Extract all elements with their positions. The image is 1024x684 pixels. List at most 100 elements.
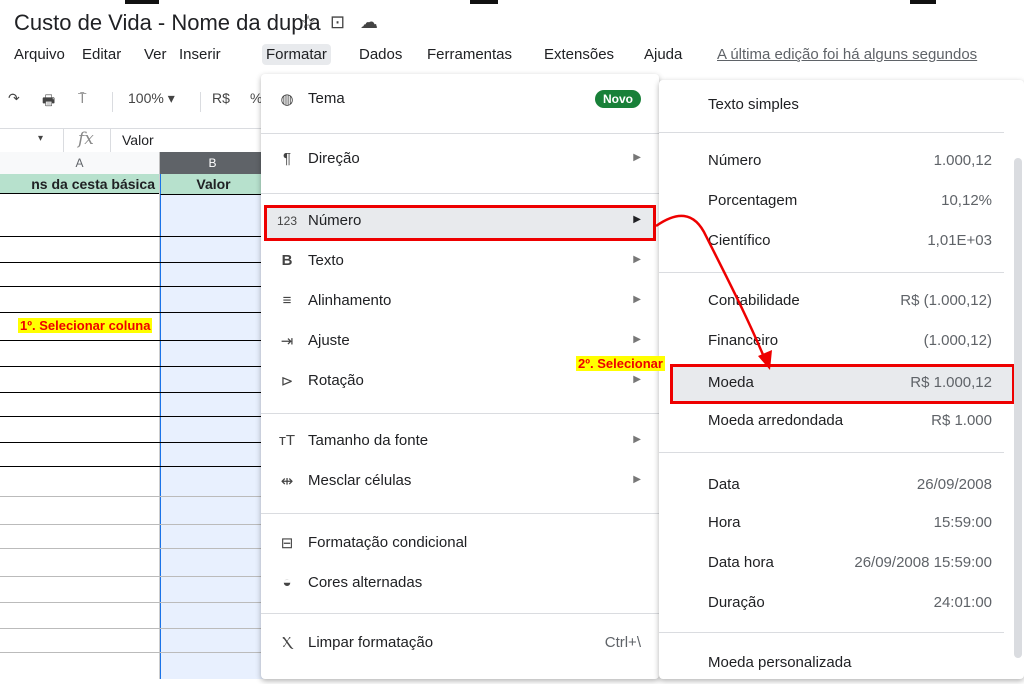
format-option-moeda-personalizada[interactable]: Moeda personalizada: [659, 644, 1024, 684]
print-icon[interactable]: 🖶: [42, 90, 55, 114]
menu-arquivo[interactable]: Arquivo: [10, 44, 69, 65]
format-option-moeda[interactable]: Moeda R$ 1.000,12: [659, 364, 1024, 404]
menu-item-label: Rotação: [308, 372, 364, 389]
menu-item-mesclar[interactable]: ⇹ Mesclar células ▶: [261, 462, 659, 502]
format-option-cientifico[interactable]: Científico 1,01E+03: [659, 222, 1024, 262]
format-option-label: Hora: [708, 514, 741, 531]
menu-extensoes[interactable]: Extensões: [540, 44, 618, 65]
menu-ajuda[interactable]: Ajuda: [640, 44, 686, 65]
menu-item-label: Alinhamento: [308, 292, 392, 309]
menu-item-direcao[interactable]: ¶ Direção ▶: [261, 140, 659, 180]
menu-item-label: Cores alternadas: [308, 574, 423, 591]
format-option-label: Moeda personalizada: [708, 654, 852, 671]
format-option-example: 26/09/2008 15:59:00: [854, 554, 992, 571]
format-option-example: 10,12%: [941, 192, 992, 209]
menu-item-limpar-formatacao[interactable]: Ⲭ Limpar formatação Ctrl+\: [261, 624, 659, 664]
menu-item-label: Mesclar células: [308, 472, 412, 489]
menu-item-label: Número: [308, 212, 362, 229]
format-option-example: (1.000,12): [923, 332, 992, 349]
format-option-data-hora[interactable]: Data hora 26/09/2008 15:59:00: [659, 544, 1024, 584]
submenu-arrow-icon: ▶: [633, 214, 641, 225]
cell-b1[interactable]: Valor: [160, 174, 265, 195]
format-option-example: 26/09/2008: [916, 476, 992, 493]
format-option-example: 1,01E+03: [927, 232, 992, 249]
paint-format-icon[interactable]: ⍑: [78, 90, 86, 107]
format-option-texto-simples[interactable]: Texto simples: [659, 86, 1024, 126]
menu-ferramentas[interactable]: Ferramentas: [423, 44, 516, 65]
selected-column-b[interactable]: [160, 174, 265, 679]
submenu-arrow-icon: ▶: [633, 152, 641, 163]
menu-inserir[interactable]: Inserir: [175, 44, 225, 65]
format-option-label: Moeda: [708, 374, 754, 391]
format-option-label: Moeda arredondada: [708, 412, 844, 429]
column-header-b[interactable]: B: [160, 152, 265, 175]
menu-item-label: Limpar formatação: [308, 634, 434, 651]
cropped-heading: [0, 0, 1024, 8]
format-option-example: 15:59:00: [933, 514, 992, 531]
menu-item-alinhamento[interactable]: ≡ Alinhamento ▶: [261, 282, 659, 322]
submenu-arrow-icon: ▶: [633, 434, 641, 445]
menu-dados[interactable]: Dados: [355, 44, 406, 65]
menu-item-tamanho-fonte[interactable]: тT Tamanho da fonte ▶: [261, 422, 659, 462]
fx-label: fx: [78, 129, 94, 149]
font-size-icon: тT: [278, 432, 296, 449]
zoom-select[interactable]: 100% ▾: [128, 90, 175, 107]
cell-a1[interactable]: ns da cesta básica: [0, 174, 159, 194]
spreadsheet-grid: A B ns da cesta básica Valor: [0, 152, 265, 679]
menu-item-texto[interactable]: B Texto ▶: [261, 242, 659, 282]
step2-callout: 2º. Selecionar: [576, 356, 665, 371]
format-option-example: 24:01:00: [933, 594, 992, 611]
format-option-porcentagem[interactable]: Porcentagem 10,12%: [659, 182, 1024, 222]
move-to-folder-icon[interactable]: ⊡: [330, 12, 345, 33]
format-option-duracao[interactable]: Duração 24:01:00: [659, 584, 1024, 624]
number-format-submenu: Texto simples Número 1.000,12 Porcentage…: [659, 80, 1024, 679]
currency-format-button[interactable]: R$: [212, 90, 230, 106]
redo-icon[interactable]: ↷: [8, 90, 20, 107]
format-option-label: Data hora: [708, 554, 774, 571]
format-option-label: Contabilidade: [708, 292, 800, 309]
text-direction-icon: ¶: [282, 150, 292, 167]
menu-item-label: Texto: [308, 252, 344, 269]
menu-ver[interactable]: Ver: [140, 44, 171, 65]
paint-roller-icon: ⊟: [280, 535, 294, 552]
format-option-label: Texto simples: [708, 96, 799, 113]
format-option-financeiro[interactable]: Financeiro (1.000,12): [659, 322, 1024, 362]
submenu-arrow-icon: ▶: [633, 334, 641, 345]
menu-item-label: Ajuste: [308, 332, 350, 349]
text-rotation-icon: ⊳: [280, 373, 294, 390]
menu-item-cores-alternadas[interactable]: ◒ Cores alternadas: [261, 564, 659, 604]
document-title[interactable]: Custo de Vida - Nome da dupla: [14, 10, 321, 36]
formula-bar: ▾ fx Valor: [0, 128, 265, 154]
menu-item-label: Formatação condicional: [308, 534, 468, 551]
cloud-status-icon[interactable]: ☁: [360, 12, 378, 33]
new-badge: Novo: [595, 90, 641, 108]
star-icon[interactable]: ☆: [300, 12, 316, 33]
format-menu: ◍ Tema Novo ¶ Direção ▶ 123 Número ▶ B T…: [261, 74, 659, 679]
bold-icon: B: [281, 252, 293, 269]
menu-formatar[interactable]: Formatar: [262, 44, 331, 65]
format-option-hora[interactable]: Hora 15:59:00: [659, 504, 1024, 544]
last-edit-link[interactable]: A última edição foi há alguns segundos: [717, 46, 977, 63]
format-option-numero[interactable]: Número 1.000,12: [659, 142, 1024, 182]
formula-input[interactable]: Valor: [122, 132, 154, 148]
format-option-label: Financeiro: [708, 332, 779, 349]
format-option-moeda-arredondada[interactable]: Moeda arredondada R$ 1.000: [659, 402, 1024, 442]
format-option-label: Porcentagem: [708, 192, 798, 209]
submenu-arrow-icon: ▶: [633, 294, 641, 305]
column-header-a[interactable]: A: [0, 152, 160, 175]
format-option-example: R$ 1.000,12: [910, 374, 992, 391]
menu-editar[interactable]: Editar: [78, 44, 125, 65]
submenu-scrollbar[interactable]: [1014, 158, 1022, 658]
clear-formatting-icon: Ⲭ: [282, 634, 292, 651]
menu-item-tema[interactable]: ◍ Tema Novo: [261, 80, 659, 120]
menu-item-formatacao-condicional[interactable]: ⊟ Formatação condicional: [261, 524, 659, 564]
format-option-contabilidade[interactable]: Contabilidade R$ (1.000,12): [659, 282, 1024, 322]
format-option-label: Duração: [708, 594, 765, 611]
menu-item-label: Direção: [308, 150, 360, 167]
format-option-example: R$ (1.000,12): [900, 292, 992, 309]
menu-item-numero[interactable]: 123 Número ▶: [261, 202, 659, 242]
step1-callout: 1º. Selecionar coluna: [18, 318, 153, 333]
format-option-data[interactable]: Data 26/09/2008: [659, 466, 1024, 506]
chevron-down-icon[interactable]: ▾: [38, 133, 43, 144]
format-option-example: R$ 1.000: [931, 412, 992, 429]
